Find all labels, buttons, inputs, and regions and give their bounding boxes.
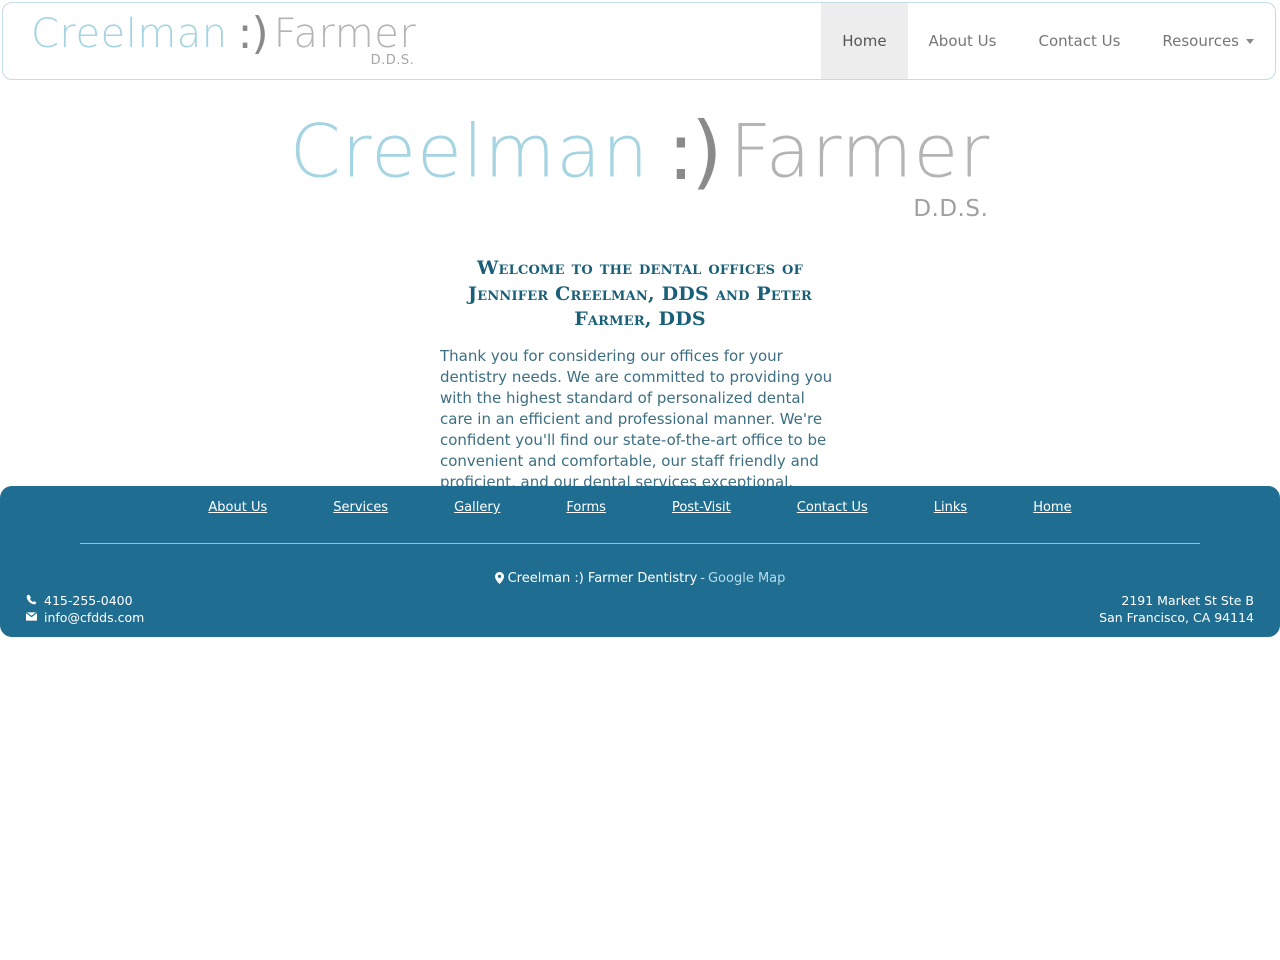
envelope-icon xyxy=(25,611,41,624)
phone-icon xyxy=(26,594,41,608)
hero-brand-first-name: Creelman xyxy=(289,109,650,195)
footer-practice-info: Creelman :) Farmer Dentistry - Google Map xyxy=(0,571,1280,588)
nav-item-about-us-label: About Us xyxy=(928,32,997,50)
chevron-down-icon xyxy=(1246,38,1254,44)
footer-link-gallery[interactable]: Gallery xyxy=(454,500,500,515)
hero-brand-last-name: Farmer xyxy=(729,109,991,195)
page-title: Welcome to the dental offices of Jennife… xyxy=(468,257,812,331)
nav-item-contact-us-label: Contact Us xyxy=(1038,32,1121,50)
nav-item-resources[interactable]: Resources xyxy=(1141,3,1275,79)
footer-link-contact-us[interactable]: Contact Us xyxy=(797,500,868,515)
footer-phone-number: 415-255-0400 xyxy=(44,593,133,608)
footer-address-line1: 2191 Market St Ste B xyxy=(1121,593,1254,608)
footer-email-row[interactable]: info@cfdds.com xyxy=(25,609,145,626)
nav-item-home-label: Home xyxy=(842,32,887,50)
footer-address: 2191 Market St Ste B San Francisco, CA 9… xyxy=(1099,592,1254,626)
header-brand-logo[interactable]: Creelman:) Farmer D.D.S. xyxy=(31,11,417,69)
main-navigation: Home About Us Contact Us Resources xyxy=(821,3,1275,79)
nav-item-resources-label: Resources xyxy=(1162,32,1239,50)
footer-phone-row[interactable]: 415-255-0400 xyxy=(26,592,144,609)
site-header: Creelman:) Farmer D.D.S. Home About Us Co… xyxy=(2,2,1276,80)
nav-item-about-us[interactable]: About Us xyxy=(908,3,1018,79)
header-brand-first-name: Creelman xyxy=(31,11,228,57)
footer-link-post-visit[interactable]: Post-Visit xyxy=(672,500,731,515)
nav-item-contact-us[interactable]: Contact Us xyxy=(1017,3,1141,79)
smiley-face-icon: :) xyxy=(237,8,269,59)
header-brand-last-name: Farmer xyxy=(273,11,417,57)
hero-brand-logo: Creelman:) Farmer D.D.S. xyxy=(0,109,1280,223)
welcome-paragraph: Thank you for considering our offices fo… xyxy=(440,346,833,491)
footer-link-home[interactable]: Home xyxy=(1033,500,1071,515)
footer-navigation: About Us Services Gallery Forms Post-Vis… xyxy=(0,500,1280,515)
footer-practice-name: Creelman :) Farmer Dentistry xyxy=(507,571,698,586)
location-pin-icon xyxy=(494,572,504,588)
google-map-link[interactable]: Google Map xyxy=(708,571,785,586)
footer-link-forms[interactable]: Forms xyxy=(566,500,606,515)
site-footer: About Us Services Gallery Forms Post-Vis… xyxy=(0,486,1280,637)
hero-brand-credential: D.D.S. xyxy=(913,196,989,222)
nav-item-home[interactable]: Home xyxy=(821,3,908,79)
footer-divider xyxy=(80,543,1200,544)
footer-email-address: info@cfdds.com xyxy=(44,610,145,625)
footer-contact-info: 415-255-0400 info@cfdds.com xyxy=(25,592,145,626)
footer-link-about-us[interactable]: About Us xyxy=(208,500,267,515)
footer-link-services[interactable]: Services xyxy=(333,500,388,515)
main-content: Welcome to the dental offices of Jennife… xyxy=(440,256,840,493)
footer-address-line2: San Francisco, CA 94114 xyxy=(1099,610,1254,625)
footer-separator: - xyxy=(700,571,705,586)
hero-smiley-face-icon: :) xyxy=(667,105,722,198)
footer-link-links[interactable]: Links xyxy=(934,500,967,515)
